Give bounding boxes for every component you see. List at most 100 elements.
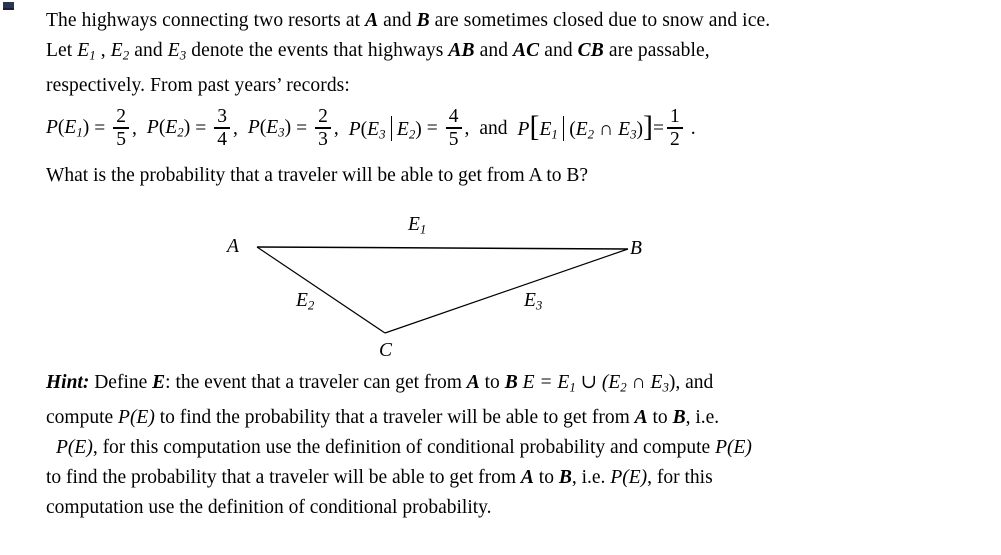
- final-given-event-1: E: [575, 118, 588, 140]
- fraction-2-3-numerator: 2: [318, 105, 328, 127]
- term-3: P(E3): [248, 117, 291, 141]
- scan-artifact: [3, 2, 14, 10]
- term-3-close-paren: ): [284, 117, 292, 139]
- fraction-2-3-denominator: 3: [318, 128, 328, 150]
- term-final: P[E1 (E2 ∩ E3)]: [517, 111, 653, 143]
- highway-CB: CB: [577, 40, 604, 61]
- hint-line-3-PE: P(E): [56, 436, 93, 458]
- hint-label: Hint:: [46, 372, 90, 393]
- hint-line-1-a: Define: [89, 372, 153, 393]
- term-2-event: E: [165, 117, 178, 139]
- hint-line-2-label-A: A: [634, 406, 648, 428]
- fraction-1-2: 1 2: [667, 107, 683, 149]
- final-open-bracket: [: [529, 109, 540, 143]
- final-given-bar: [562, 115, 565, 141]
- fraction-4-5: 4 5: [445, 105, 462, 149]
- fraction-2-5: 2 5: [113, 105, 130, 150]
- triangle-svg: [256, 246, 629, 334]
- cond-event: E: [367, 118, 380, 140]
- hint-line-2-d: , i.e.: [685, 406, 720, 428]
- hint-line-4-c: , i.e.: [571, 466, 611, 488]
- edge-label-E2-text: E: [296, 290, 308, 311]
- hint-line-1: Hint: Define E: the event that a travele…: [46, 368, 991, 403]
- hint-line-4-label-A: A: [520, 466, 534, 488]
- term-1-equals: =: [94, 118, 106, 139]
- hint-line-1-union: ∪ (E: [575, 372, 621, 393]
- term-2-close-paren: ): [183, 117, 191, 139]
- edge-label-E1: E1: [408, 214, 426, 238]
- hint-line-4: to find the probability that a traveler …: [46, 463, 991, 493]
- edge-label-E3-subscript: 3: [535, 298, 543, 313]
- problem-line-1-text-a: The highways connecting two resorts at: [46, 10, 366, 31]
- hint-line-2-b: to find the probability that a traveler …: [154, 406, 635, 428]
- fraction-4-5-numerator: 4: [448, 105, 459, 127]
- fraction-2-5-denominator: 5: [116, 128, 127, 150]
- fraction-1-2-denominator: 2: [670, 128, 680, 150]
- edge-label-E3: E3: [524, 290, 542, 314]
- cond-given-bar: [390, 115, 392, 141]
- problem-line-2-text-a: Let: [46, 40, 78, 61]
- hint-line-1-inter: ∩ E: [626, 372, 663, 393]
- term-2: P(E2): [147, 117, 190, 141]
- term-3-P: P: [247, 117, 260, 139]
- cond-event-subscript: 3: [379, 127, 386, 142]
- event-E1: E: [77, 40, 90, 61]
- hint-line-1-e: ), and: [668, 372, 714, 393]
- equation-period: .: [690, 118, 696, 139]
- hint-line-1-label-B: B: [504, 372, 518, 393]
- hint-line-1-label-A: A: [466, 372, 480, 393]
- question-text: What is the probability that a traveler …: [46, 165, 589, 186]
- hint-line-3: P(E), for this computation use the defin…: [46, 433, 991, 463]
- edge-label-E1-subscript: 1: [419, 222, 427, 237]
- vertex-label-B: B: [630, 238, 642, 259]
- hint-line-2-c: to: [647, 406, 673, 428]
- problem-line-3: respectively. From past years’ records:: [46, 74, 350, 96]
- final-P: P: [517, 118, 530, 140]
- hint-line-2: compute P(E) to find the probability tha…: [46, 403, 991, 433]
- highway-AB: AB: [448, 40, 475, 61]
- hint-line-5: computation use the definition of condit…: [46, 496, 492, 518]
- hint-line-2-label-B: B: [672, 406, 686, 428]
- highway-AC: AC: [513, 40, 540, 61]
- edge-CB-line: [384, 248, 629, 334]
- cond-given-event: E: [396, 118, 409, 140]
- problem-line-2: Let E1 , E2 and E3 denote the events tha…: [46, 36, 986, 71]
- term-3-equals: =: [296, 118, 308, 139]
- term-1-event: E: [64, 117, 77, 139]
- problem-line-2-text-b: ,: [95, 40, 111, 61]
- term-conditional: P(E3 E2): [349, 115, 422, 143]
- event-E2: E: [110, 40, 123, 61]
- final-event-subscript: 1: [551, 127, 558, 142]
- fraction-3-4-numerator: 3: [217, 105, 227, 127]
- problem-line-2-text-d: denote the events that highways: [186, 40, 449, 61]
- hint-line-4-b: to: [533, 466, 559, 488]
- edge-AB-line: [256, 246, 629, 250]
- problem-statement: The highways connecting two resorts at A…: [46, 6, 986, 101]
- final-equals: =: [653, 118, 665, 139]
- fraction-2-5-numerator: 2: [116, 105, 127, 127]
- hint-event-E: E: [152, 372, 166, 393]
- final-given-event-2: E: [618, 118, 631, 140]
- term-2-P: P: [146, 117, 159, 139]
- document-page: The highways connecting two resorts at A…: [0, 0, 1001, 555]
- problem-line-1-text-b: and: [378, 10, 417, 31]
- equation-comma-2: ,: [232, 118, 238, 139]
- problem-line-2-text-e: and: [474, 40, 514, 61]
- hint-line-4-d: , for this: [647, 466, 713, 488]
- hint-line-4-PE: P(E): [610, 466, 648, 488]
- fraction-3-4-denominator: 4: [217, 128, 227, 150]
- hint-line-1-c: to: [479, 372, 505, 393]
- problem-line-2-text-c: and: [129, 40, 168, 61]
- fraction-1-2-numerator: 1: [670, 105, 680, 127]
- equation-comma-4: ,: [464, 118, 470, 139]
- vertex-label-C: C: [379, 340, 393, 361]
- term-1-P: P: [46, 117, 58, 139]
- fraction-2-3: 2 3: [315, 107, 331, 149]
- problem-line-1: The highways connecting two resorts at A…: [46, 6, 986, 36]
- hint-line-3-a: , for this computation use the definitio…: [92, 436, 716, 458]
- event-E3: E: [167, 40, 180, 61]
- problem-line-1-text-c: are sometimes closed due to snow and ice…: [429, 10, 771, 31]
- cond-close-paren: ): [415, 118, 422, 140]
- edge-label-E1-text: E: [408, 214, 420, 235]
- edge-label-E2-subscript: 2: [307, 298, 315, 313]
